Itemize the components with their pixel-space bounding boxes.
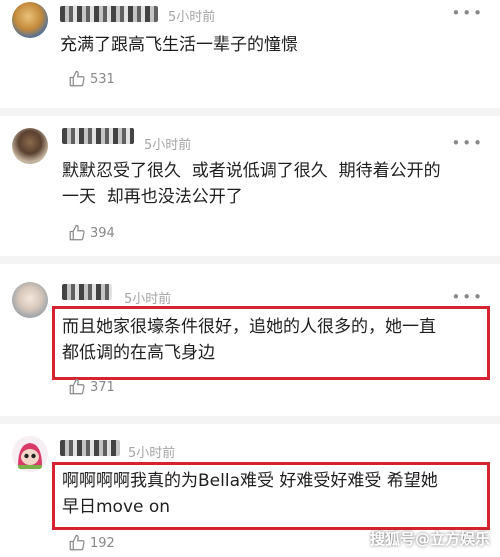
comment-text-line: 早日move on (62, 497, 171, 517)
comment-text: 默默忍受了很久 或者说低调了很久 期待着公开的 一天 却再也没法公开了 (62, 158, 492, 210)
divider (0, 416, 500, 424)
thumbs-up-icon (69, 378, 85, 395)
avatar[interactable] (12, 436, 48, 472)
more-options-icon[interactable]: ••• (451, 134, 484, 152)
username-blurred[interactable] (60, 6, 158, 22)
comment-text-line: 啊啊啊啊我真的为Bella难受 好难受好难受 希望她 (62, 471, 438, 491)
comment-time: 5小时前 (144, 138, 192, 153)
avatar[interactable] (12, 282, 48, 318)
username-blurred[interactable] (60, 440, 120, 456)
like-button[interactable]: 371 (68, 378, 115, 396)
comment-time: 5小时前 (128, 446, 176, 461)
divider (0, 108, 500, 116)
like-count: 192 (90, 535, 115, 551)
thumbs-up-icon (69, 70, 85, 87)
comment-text-line: 一天 却再也没法公开了 (62, 187, 243, 207)
comment-1: 5小时前 ••• 充满了跟高飞生活一辈子的憧憬 531 (0, 0, 500, 108)
comment-text-line: 默默忍受了很久 或者说低调了很久 期待着公开的 (62, 161, 441, 181)
watermark: 搜狐号@立方娱乐 (369, 530, 490, 548)
like-button[interactable]: 394 (68, 224, 115, 242)
thumbs-up-icon (69, 224, 85, 241)
comment-time: 5小时前 (168, 10, 216, 25)
like-button[interactable]: 531 (68, 70, 115, 88)
username-blurred[interactable] (62, 284, 112, 300)
divider (0, 256, 500, 264)
comment-text-line: 而且她家很壕条件很好，追她的人很多的，她一直 (62, 317, 436, 337)
more-options-icon[interactable]: ••• (451, 4, 484, 22)
comment-3: 5小时前 ••• 而且她家很壕条件很好，追她的人很多的，她一直 都低调的在高飞身… (0, 264, 500, 416)
comment-text: 充满了跟高飞生活一辈子的憧憬 (60, 32, 298, 58)
like-count: 371 (90, 379, 115, 395)
comment-2: 5小时前 ••• 默默忍受了很久 或者说低调了很久 期待着公开的 一天 却再也没… (0, 116, 500, 256)
thumbs-up-icon (69, 534, 85, 551)
cartoon-avatar-icon (12, 436, 48, 472)
more-options-icon[interactable]: ••• (451, 288, 484, 306)
comment-time: 5小时前 (124, 292, 172, 307)
username-blurred[interactable] (62, 128, 134, 144)
comment-text-line: 充满了跟高飞生活一辈子的憧憬 (60, 35, 298, 55)
comment-text: 而且她家很壕条件很好，追她的人很多的，她一直 都低调的在高飞身边 (62, 314, 488, 366)
like-count: 394 (90, 225, 115, 241)
comment-text-line: 都低调的在高飞身边 (62, 343, 215, 363)
avatar[interactable] (12, 128, 48, 164)
comment-text: 啊啊啊啊我真的为Bella难受 好难受好难受 希望她 早日move on (62, 468, 488, 520)
like-count: 531 (90, 71, 115, 87)
like-button[interactable]: 192 (68, 534, 115, 552)
avatar[interactable] (12, 2, 48, 38)
